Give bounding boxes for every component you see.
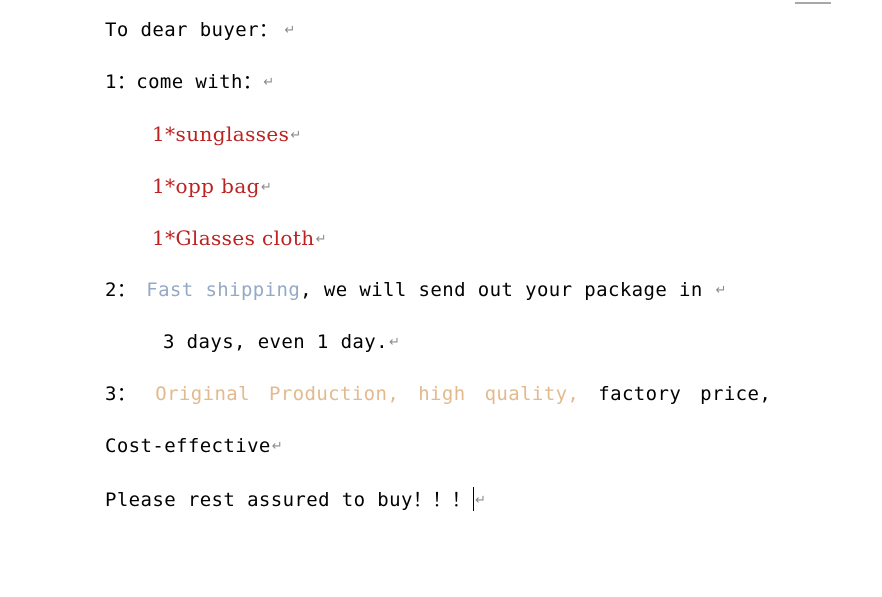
bullet-sunglasses-text: 1*sunglasses bbox=[152, 122, 290, 146]
item2-number: 2： bbox=[105, 279, 137, 301]
item2-continuation-text: 3 days, even 1 day. bbox=[163, 331, 388, 353]
return-mark-icon: ↵ bbox=[715, 283, 727, 298]
item3-number: 3： bbox=[105, 383, 137, 405]
item3-word-price: price, bbox=[700, 383, 772, 405]
bullet-glasses-cloth-text: 1*Glasses cloth bbox=[152, 226, 315, 250]
return-mark-icon: ↵ bbox=[475, 493, 487, 508]
line-item3: 3： Original Production, high quality, factory… bbox=[105, 383, 771, 405]
return-mark-icon: ↵ bbox=[260, 180, 273, 195]
return-mark-icon: ↵ bbox=[263, 75, 275, 90]
line-item2-continuation: 3 days, even 1 day.↵ bbox=[163, 331, 400, 354]
line-closing: Please rest assured to buy！！！ ↵ bbox=[105, 487, 486, 512]
line-item2: 2： Fast shipping, we will send out your p… bbox=[105, 279, 727, 302]
item3-continuation-text: Cost-effective bbox=[105, 435, 271, 457]
return-mark-icon: ↵ bbox=[284, 23, 296, 38]
line-item3-continuation: Cost-effective↵ bbox=[105, 435, 283, 458]
item3-word-production: Production, bbox=[268, 383, 400, 405]
line-bullet-opp-bag: 1*opp bag↵ bbox=[152, 175, 272, 199]
line-bullet-sunglasses: 1*sunglasses↵ bbox=[152, 123, 302, 147]
item3-word-original: Original bbox=[155, 383, 250, 405]
return-mark-icon: ↵ bbox=[388, 335, 401, 350]
return-mark-icon: ↵ bbox=[290, 128, 302, 143]
closing-text: Please rest assured to buy！！！ bbox=[105, 489, 472, 511]
line-item1-heading: 1：come with：↵ bbox=[105, 71, 275, 94]
bullet-opp-bag-text: 1*opp bag bbox=[152, 174, 260, 198]
item3-word-factory: factory bbox=[598, 383, 682, 405]
item3-word-quality: quality, bbox=[484, 383, 580, 405]
item1-heading-text: 1：come with： bbox=[105, 71, 263, 93]
return-mark-icon: ↵ bbox=[315, 232, 327, 247]
line-bullet-glasses-cloth: 1*Glasses cloth↵ bbox=[152, 227, 327, 251]
item3-word-high: high bbox=[418, 383, 466, 405]
line-greeting: To dear buyer： ↵ bbox=[105, 19, 296, 42]
top-partial-toolbar-rule bbox=[795, 2, 831, 4]
item2-rest-text: , we will send out your package in bbox=[300, 279, 715, 301]
greeting-text: To dear buyer： bbox=[105, 19, 279, 41]
item2-highlight-fast-shipping: Fast shipping bbox=[146, 279, 301, 301]
return-mark-icon: ↵ bbox=[271, 439, 284, 454]
